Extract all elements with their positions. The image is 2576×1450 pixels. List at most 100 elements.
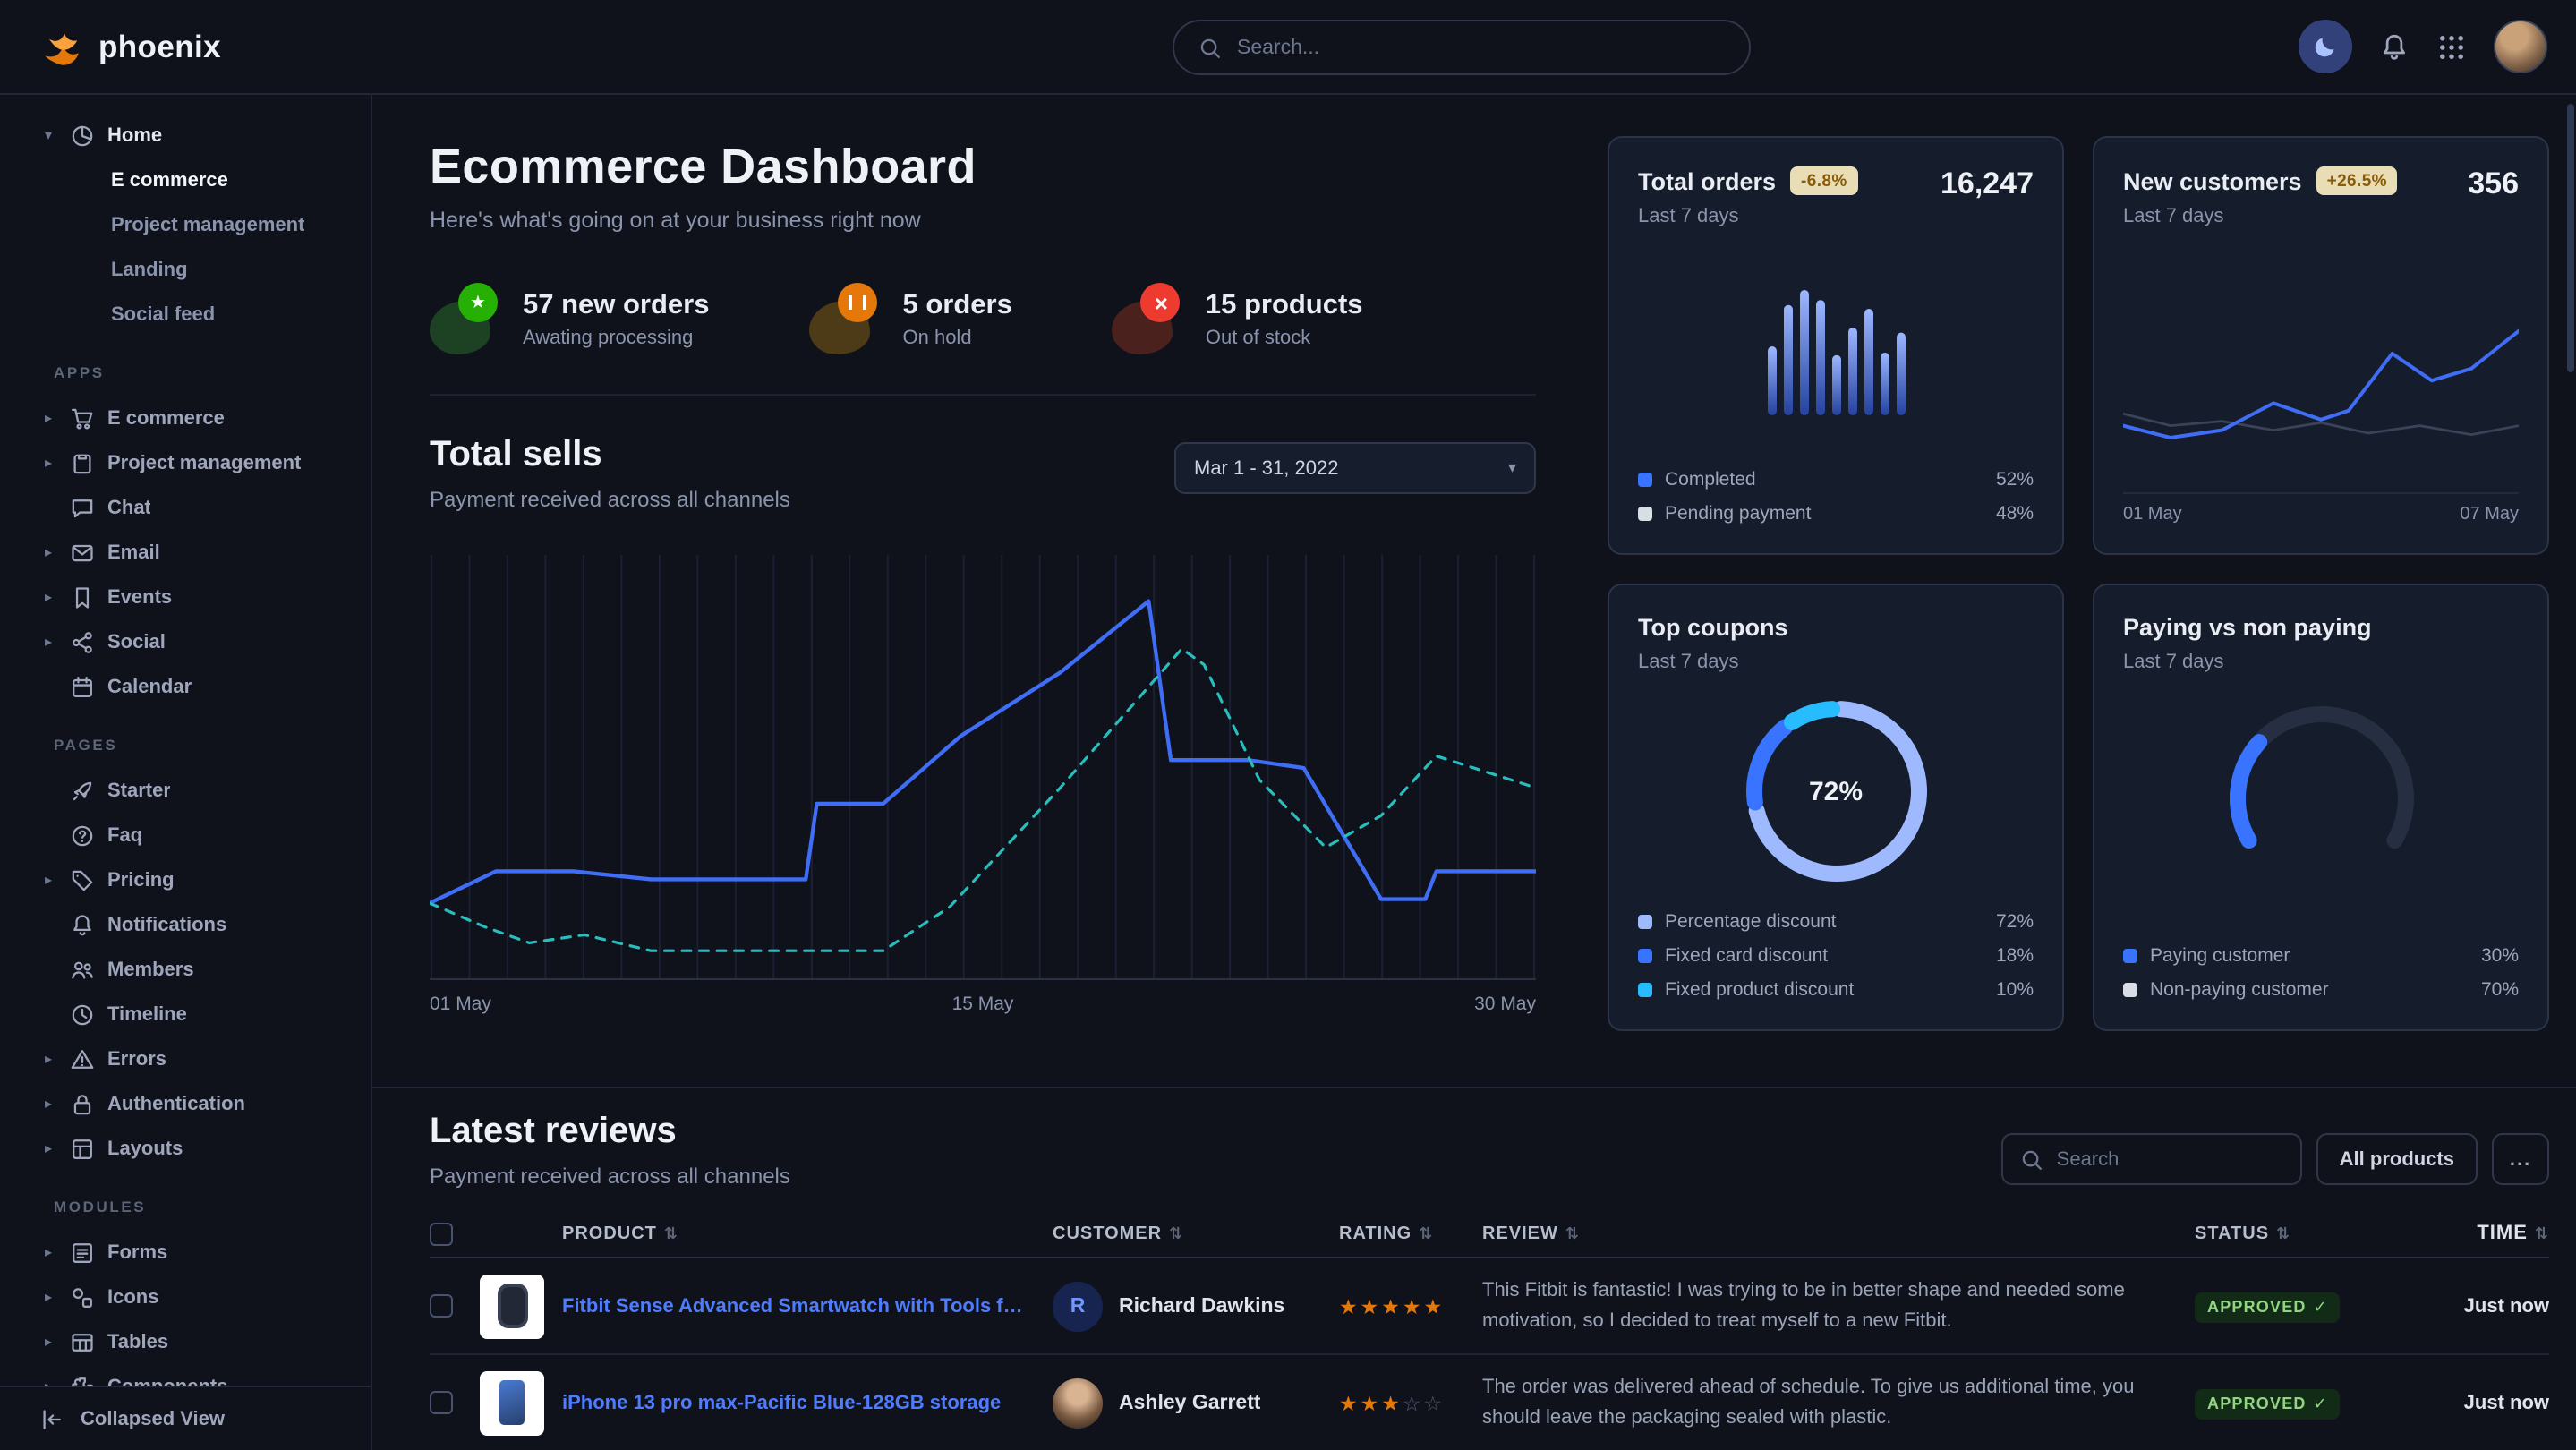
caret-icon: ▸ [39, 1096, 57, 1112]
sidebar-item-label: Authentication [107, 1093, 245, 1114]
sort-icon[interactable]: ⇅ [664, 1224, 678, 1243]
sidebar-item[interactable]: Social feed [0, 292, 371, 337]
rating-stars: ★★★☆☆ [1339, 1390, 1482, 1415]
sidebar-item[interactable]: ▸ Project management [0, 440, 371, 485]
user-avatar[interactable] [2494, 20, 2547, 73]
collapse-icon [39, 1406, 64, 1431]
scrollbar-thumb[interactable] [2567, 104, 2574, 372]
sidebar-item[interactable]: ▸ Pricing [0, 857, 371, 902]
legend-swatch [2123, 949, 2137, 963]
sidebar-item-label: Icons [107, 1286, 158, 1308]
more-options-button[interactable]: ... [2492, 1133, 2549, 1185]
global-search-input[interactable] [1237, 37, 1726, 58]
legend-item: Pending payment 48% [1638, 503, 2034, 525]
select-all-checkbox[interactable] [430, 1222, 453, 1245]
sidebar-item-label: Project management [107, 452, 301, 473]
total-sells-header: Total sells Payment received across all … [430, 435, 1536, 512]
sidebar-item[interactable]: ▸ E commerce [0, 396, 371, 440]
sidebar-item-label: Email [107, 542, 160, 563]
sort-icon[interactable]: ⇅ [2276, 1224, 2290, 1243]
collapse-view-toggle[interactable]: Collapsed View [0, 1386, 371, 1450]
sidebar-item[interactable]: ▸ Errors [0, 1036, 371, 1081]
sidebar-item[interactable]: E commerce [0, 158, 371, 202]
sidebar-item-label: Errors [107, 1048, 166, 1070]
sidebar-item[interactable]: ▸ Tables [0, 1319, 371, 1364]
sidebar-item[interactable]: APPS [0, 362, 371, 383]
sidebar-item[interactable]: Timeline [0, 992, 371, 1036]
col-product: PRODUCT⇅ [480, 1224, 1053, 1243]
apps-grid-button[interactable] [2436, 31, 2467, 62]
review-text: The order was delivered ahead of schedul… [1482, 1373, 2195, 1432]
caret-icon: ▾ [39, 127, 57, 143]
all-products-button[interactable]: All products [2316, 1133, 2478, 1185]
product-thumbnail [480, 1370, 544, 1435]
stat-value: 15 products [1206, 289, 1363, 321]
sidebar-item[interactable]: ▸ Events [0, 575, 371, 619]
sidebar-item[interactable]: ▸ Authentication [0, 1081, 371, 1126]
customer-cell[interactable]: R Richard Dawkins [1053, 1281, 1339, 1331]
product-link[interactable]: Fitbit Sense Advanced Smartwatch with To… [562, 1295, 1028, 1317]
calendar-icon [70, 674, 95, 699]
reviews-table: PRODUCT⇅ CUSTOMER⇅ RATING⇅ REVIEW⇅ STATU… [430, 1210, 2549, 1450]
notifications-button[interactable] [2379, 31, 2410, 62]
theme-toggle-button[interactable] [2299, 20, 2352, 73]
sort-icon[interactable]: ⇅ [1169, 1224, 1183, 1243]
sidebar-item[interactable]: Members [0, 947, 371, 992]
legend-label: Completed [1665, 469, 1756, 490]
product-link[interactable]: iPhone 13 pro max-Pacific Blue-128GB sto… [562, 1392, 1001, 1413]
sidebar-item[interactable]: ▾ Home [0, 113, 371, 158]
card-title: New customers [2123, 167, 2302, 194]
legend-value: 30% [2481, 945, 2519, 967]
sidebar-item[interactable]: ▸ Components [0, 1364, 371, 1386]
brand[interactable]: phoenix [29, 24, 221, 69]
card-period: Last 7 days [2123, 206, 2398, 227]
page-title: Ecommerce Dashboard [430, 140, 1536, 195]
sidebar-item[interactable]: Faq [0, 813, 371, 857]
sidebar-item[interactable]: Calendar [0, 664, 371, 709]
sidebar: ▾ Home E commerce Project management [0, 95, 372, 1450]
clipboard-icon [70, 450, 95, 475]
card-value: 16,247 [1941, 166, 2034, 202]
row-checkbox[interactable] [430, 1391, 453, 1414]
stat-icon [810, 283, 882, 354]
caret-icon: ▸ [39, 589, 57, 605]
sidebar-item[interactable]: ▸ Layouts [0, 1126, 371, 1171]
sidebar-item[interactable]: Starter [0, 768, 371, 813]
sidebar-item[interactable]: PAGES [0, 734, 371, 755]
date-range-value: Mar 1 - 31, 2022 [1194, 457, 1338, 479]
legend-swatch [1638, 949, 1652, 963]
sidebar-item-label: Notifications [107, 914, 226, 935]
col-rating: RATING⇅ [1339, 1224, 1482, 1243]
sidebar-item[interactable]: Landing [0, 247, 371, 292]
reviews-search-input[interactable] [2057, 1148, 2284, 1170]
pie-chart-icon [70, 123, 95, 148]
sidebar-item[interactable]: Notifications [0, 902, 371, 947]
shapes-icon [70, 1284, 95, 1309]
sort-icon[interactable]: ⇅ [1565, 1224, 1580, 1243]
sidebar-item[interactable]: Project management [0, 202, 371, 247]
sidebar-item[interactable]: ▸ Email [0, 530, 371, 575]
row-checkbox[interactable] [430, 1294, 453, 1318]
sidebar-item-label: Layouts [107, 1138, 183, 1159]
sidebar-item-label: Faq [107, 824, 142, 846]
sidebar-item[interactable]: Chat [0, 485, 371, 530]
table-row: Fitbit Sense Advanced Smartwatch with To… [430, 1258, 2549, 1355]
sidebar-item[interactable]: MODULES [0, 1196, 371, 1217]
customer-cell[interactable]: Ashley Garrett [1053, 1378, 1339, 1428]
app-navbar: phoenix [0, 0, 2576, 95]
sort-icon[interactable]: ⇅ [2535, 1224, 2549, 1243]
sidebar-item[interactable]: ▸ Icons [0, 1275, 371, 1319]
legend-item: Percentage discount 72% [1638, 911, 2034, 933]
caret-icon: ▸ [39, 544, 57, 560]
sidebar-item-label: Timeline [107, 1003, 187, 1025]
sidebar-item[interactable]: ▸ Social [0, 619, 371, 664]
legend-label: Fixed card discount [1665, 945, 1828, 967]
sidebar-item[interactable]: ▸ Forms [0, 1230, 371, 1275]
table-header: PRODUCT⇅ CUSTOMER⇅ RATING⇅ REVIEW⇅ STATU… [430, 1210, 2549, 1258]
sort-icon[interactable]: ⇅ [1419, 1224, 1433, 1243]
review-time: Just now [2395, 1392, 2549, 1413]
sidebar-item-label: Landing [111, 259, 188, 280]
legend-value: 70% [2481, 979, 2519, 1001]
date-range-select[interactable]: Mar 1 - 31, 2022 ▾ [1174, 442, 1536, 494]
phoenix-logo-icon [39, 24, 84, 69]
